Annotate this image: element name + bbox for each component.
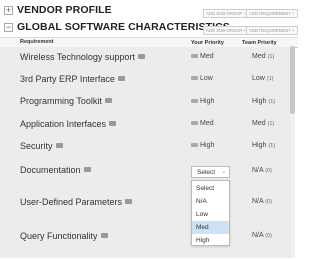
comment-icon[interactable] bbox=[109, 121, 117, 127]
table-row[interactable]: Wireless Technology support Med Med (1) bbox=[0, 47, 290, 70]
team-priority: N/A (0) bbox=[252, 232, 272, 239]
team-priority: Med (1) bbox=[252, 53, 275, 60]
table-row[interactable]: Security High High (1) bbox=[0, 136, 290, 160]
requirement-name: 3rd Party ERP Interface bbox=[20, 74, 125, 84]
comment-icon[interactable] bbox=[104, 98, 112, 104]
table-row[interactable]: 3rd Party ERP Interface Low Low (1) bbox=[0, 69, 290, 92]
priority-icon bbox=[191, 99, 198, 104]
team-priority: Med (1) bbox=[252, 120, 275, 127]
priority-icon bbox=[191, 121, 198, 126]
table-row[interactable]: Query Functionality N/A (0) bbox=[0, 225, 290, 259]
requirement-name: User-Defined Parameters bbox=[20, 197, 133, 207]
chevron-down-icon: ⌄ bbox=[221, 169, 226, 175]
comment-icon[interactable] bbox=[100, 233, 108, 239]
add-subgroup-button[interactable]: ADD SUB-GROUP + bbox=[203, 26, 249, 35]
priority-icon bbox=[191, 76, 198, 81]
team-priority-label: Team Priority bbox=[242, 40, 277, 46]
requirement-name: Wireless Technology support bbox=[20, 52, 145, 62]
comment-icon[interactable] bbox=[125, 199, 133, 205]
priority-icon bbox=[191, 143, 198, 148]
dropdown-option[interactable]: Low bbox=[192, 208, 229, 221]
your-priority[interactable]: High bbox=[191, 98, 214, 105]
dropdown-option[interactable]: High bbox=[192, 234, 229, 247]
table-row[interactable]: Application Interfaces Med Med (1) bbox=[0, 114, 290, 137]
add-subgroup-button[interactable]: ADD SUB-GROUP + bbox=[203, 9, 249, 18]
your-priority[interactable]: High bbox=[191, 142, 214, 149]
your-priority[interactable]: Low bbox=[191, 75, 213, 82]
collapse-toggle-icon[interactable]: − bbox=[4, 23, 13, 32]
add-requirement-button[interactable]: ADD REQUIREMENT + bbox=[246, 9, 298, 18]
add-requirement-button[interactable]: ADD REQUIREMENT + bbox=[246, 26, 298, 35]
requirement-name: Query Functionality bbox=[20, 231, 108, 241]
requirement-name: Security bbox=[20, 141, 63, 151]
your-priority-label: Your Priority bbox=[191, 40, 224, 46]
dropdown-option[interactable]: N/A bbox=[192, 195, 229, 208]
expand-toggle-icon[interactable]: + bbox=[4, 6, 13, 15]
vendor-profile-header: + VENDOR PROFILE ADD SUB-GROUP + ADD REQ… bbox=[0, 3, 298, 20]
priority-icon bbox=[191, 54, 198, 59]
team-priority: N/A (0) bbox=[252, 167, 272, 174]
requirement-name: Application Interfaces bbox=[20, 119, 117, 129]
table-row[interactable]: Documentation N/A (0) bbox=[0, 159, 290, 190]
team-priority: N/A (0) bbox=[252, 198, 272, 205]
sort-icon: ↕ bbox=[191, 40, 194, 46]
table-row[interactable]: User-Defined Parameters N/A (0) bbox=[0, 189, 290, 226]
comment-icon[interactable] bbox=[117, 76, 125, 82]
comment-icon[interactable] bbox=[83, 167, 91, 173]
dropdown-option-highlighted[interactable]: Med bbox=[192, 221, 229, 234]
your-priority[interactable]: Med bbox=[191, 53, 214, 60]
team-priority: High (1) bbox=[252, 142, 276, 149]
requirement-name: Documentation bbox=[20, 165, 91, 175]
table-row[interactable]: Programming Toolkit High High (1) bbox=[0, 91, 290, 115]
priority-select[interactable]: Select ⌄ bbox=[191, 166, 230, 178]
your-priority[interactable]: Med bbox=[191, 120, 214, 127]
team-priority: Low (1) bbox=[252, 75, 274, 82]
requirement-name: Programming Toolkit bbox=[20, 96, 112, 106]
column-header-requirement[interactable]: Requirement bbox=[20, 39, 54, 45]
comment-icon[interactable] bbox=[55, 143, 63, 149]
scrollbar-thumb[interactable] bbox=[290, 46, 295, 114]
vendor-profile-title: VENDOR PROFILE bbox=[17, 4, 112, 16]
dropdown-option[interactable]: Select bbox=[192, 182, 229, 195]
team-priority: High (1) bbox=[252, 98, 276, 105]
sort-icon: ↕ bbox=[242, 40, 245, 46]
global-software-header: − GLOBAL SOFTWARE CHARACTERISTICS ADD SU… bbox=[0, 20, 298, 37]
select-value: Select bbox=[197, 169, 216, 176]
comment-icon[interactable] bbox=[137, 54, 145, 60]
global-software-title: GLOBAL SOFTWARE CHARACTERISTICS bbox=[17, 21, 230, 33]
priority-dropdown-menu: Select N/A Low Med High bbox=[191, 180, 230, 246]
